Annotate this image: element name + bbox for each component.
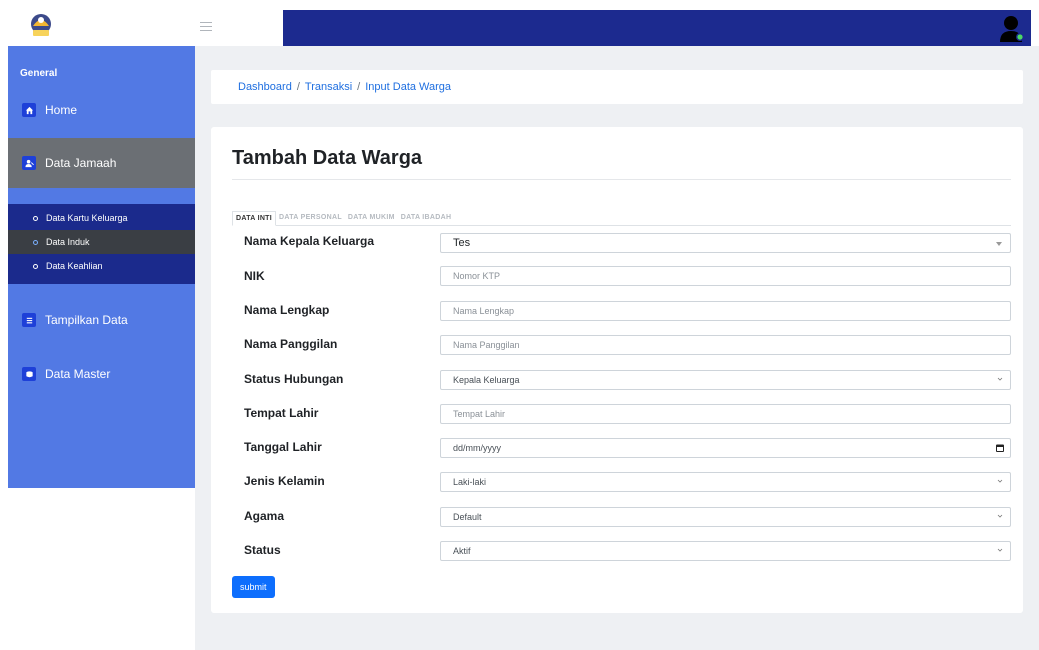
tanggal-lahir-input[interactable]: dd/mm/yyyy <box>440 438 1011 458</box>
sidebar: General Home Data Jamaah Data Kartu Kelu… <box>8 46 195 488</box>
breadcrumb-transaksi[interactable]: Transaksi <box>305 81 352 93</box>
logo-icon <box>31 14 51 36</box>
submenu-item-data-kartu-keluarga[interactable]: Data Kartu Keluarga <box>8 206 195 230</box>
nama-lengkap-input[interactable]: Nama Lengkap <box>440 301 1011 321</box>
select-value: Aktif <box>453 546 471 556</box>
date-value: dd/mm/yyyy <box>453 443 502 453</box>
form-tabs: DATA INTI DATA PERSONAL DATA MUKIM DATA … <box>232 211 1011 226</box>
label-nama-kepala-keluarga: Nama Kepala Keluarga <box>244 234 375 248</box>
status-select[interactable]: Aktif <box>440 541 1011 561</box>
sidebar-submenu: Data Kartu Keluarga Data Induk Data Keah… <box>8 204 195 284</box>
sidebar-item-data-jamaah[interactable]: Data Jamaah <box>8 138 195 188</box>
top-navbar <box>283 10 1031 46</box>
divider <box>232 179 1011 180</box>
chevron-down-icon <box>997 377 1003 381</box>
label-nik: NIK <box>244 269 265 283</box>
agama-select[interactable]: Default <box>440 507 1011 527</box>
home-icon <box>22 103 36 117</box>
sidebar-item-tampilkan-data[interactable]: Tampilkan Data <box>8 300 195 340</box>
sidebar-item-home[interactable]: Home <box>8 90 195 130</box>
tab-data-mukim[interactable]: DATA MUKIM <box>345 211 398 225</box>
sidebar-item-data-master[interactable]: Data Master <box>8 354 195 394</box>
jenis-kelamin-select[interactable]: Laki-laki <box>440 472 1011 492</box>
sidebar-item-label: Data Jamaah <box>45 156 117 170</box>
database-icon <box>22 367 36 381</box>
tab-data-inti[interactable]: DATA INTI <box>232 211 277 226</box>
nik-input[interactable]: Nomor KTP <box>440 266 1011 286</box>
list-icon <box>22 313 36 327</box>
breadcrumb: Dashboard / Transaksi / Input Data Warga <box>211 70 1023 104</box>
label-nama-panggilan: Nama Panggilan <box>244 337 338 351</box>
submenu-item-label: Data Induk <box>46 237 90 247</box>
select-value: Default <box>453 512 482 522</box>
select-value: Tes <box>453 237 471 249</box>
caret-down-icon <box>996 242 1002 246</box>
form-card: Tambah Data Warga DATA INTI DATA PERSONA… <box>211 127 1023 613</box>
label-tempat-lahir: Tempat Lahir <box>244 406 319 420</box>
label-nama-lengkap: Nama Lengkap <box>244 303 330 317</box>
label-jenis-kelamin: Jenis Kelamin <box>244 474 325 488</box>
chevron-down-icon <box>997 479 1003 483</box>
submit-button[interactable]: submit <box>232 576 275 598</box>
nama-kepala-keluarga-select[interactable]: Tes <box>440 233 1011 253</box>
submenu-item-label: Data Kartu Keluarga <box>46 213 128 223</box>
breadcrumb-dashboard[interactable]: Dashboard <box>238 81 292 93</box>
select-value: Kepala Keluarga <box>453 375 520 385</box>
chevron-down-icon <box>997 548 1003 552</box>
chevron-down-icon <box>997 514 1003 518</box>
main-content: Dashboard / Transaksi / Input Data Warga… <box>195 46 1039 650</box>
circle-icon <box>33 263 38 269</box>
select-value: Laki-laki <box>453 477 487 487</box>
circle-icon <box>33 215 38 221</box>
user-avatar-icon[interactable] <box>999 15 1025 43</box>
sidebar-item-label: Home <box>45 103 78 117</box>
tempat-lahir-input[interactable]: Tempat Lahir <box>440 404 1011 424</box>
label-agama: Agama <box>244 509 285 523</box>
label-tanggal-lahir: Tanggal Lahir <box>244 440 322 454</box>
submenu-item-data-keahlian[interactable]: Data Keahlian <box>8 254 195 278</box>
submenu-item-data-induk[interactable]: Data Induk <box>8 230 195 254</box>
sidebar-item-label: Data Master <box>45 367 111 381</box>
circle-icon <box>33 239 38 245</box>
label-status-hubungan: Status Hubungan <box>244 372 344 386</box>
page-title: Tambah Data Warga <box>232 147 423 169</box>
breadcrumb-input-data-warga[interactable]: Input Data Warga <box>365 81 451 93</box>
status-hubungan-select[interactable]: Kepala Keluarga <box>440 370 1011 390</box>
tab-data-personal[interactable]: DATA PERSONAL <box>276 211 345 225</box>
logo-area <box>8 10 283 46</box>
menu-toggle-icon[interactable] <box>200 22 212 32</box>
nama-panggilan-input[interactable]: Nama Panggilan <box>440 335 1011 355</box>
label-status: Status <box>244 543 281 557</box>
tab-data-ibadah[interactable]: DATA IBADAH <box>398 211 455 225</box>
sidebar-section-label: General <box>20 68 58 79</box>
user-icon <box>22 156 36 170</box>
submenu-item-label: Data Keahlian <box>46 261 103 271</box>
sidebar-item-label: Tampilkan Data <box>45 313 128 327</box>
calendar-icon[interactable] <box>996 444 1004 452</box>
